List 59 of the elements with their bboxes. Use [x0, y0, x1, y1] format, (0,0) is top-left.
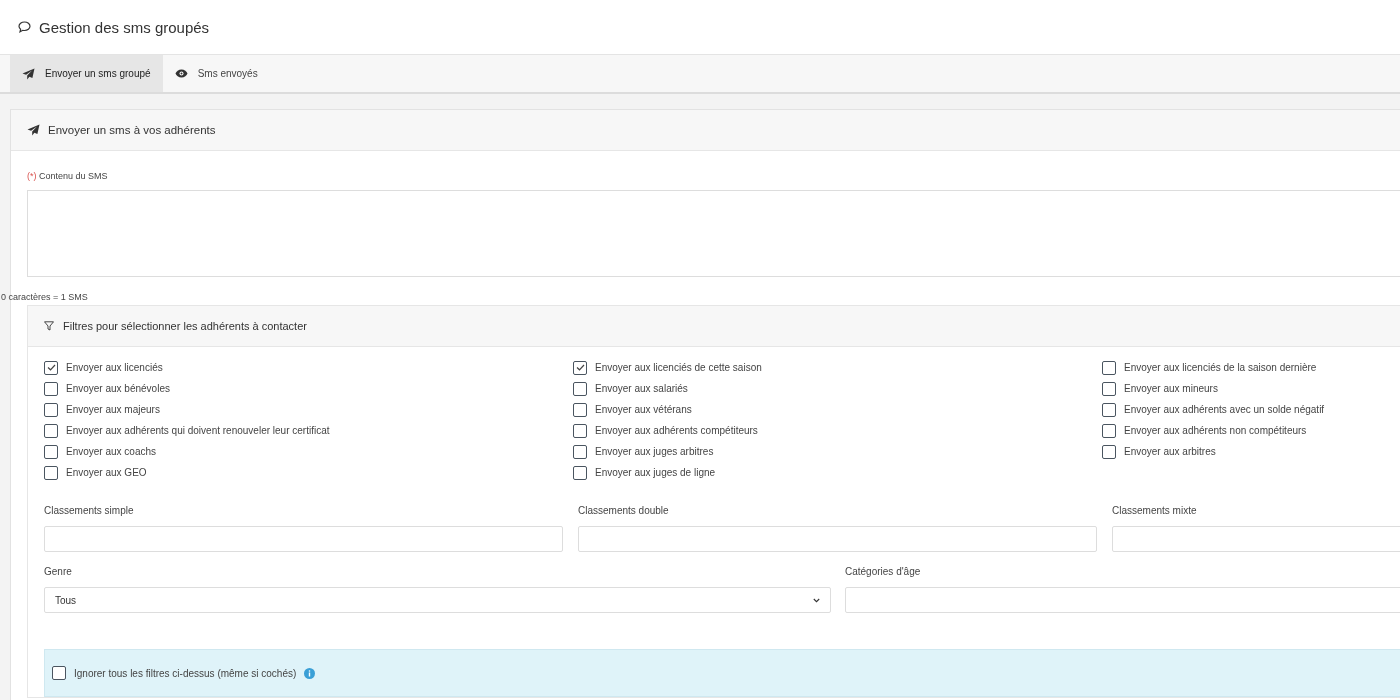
checkbox[interactable]	[44, 444, 58, 459]
checkbox-label: Envoyer aux adhérents qui doivent renouveler leur certificat	[66, 425, 330, 436]
checkbox[interactable]	[1102, 360, 1116, 375]
checkbox[interactable]	[573, 465, 587, 480]
chat-bubble-icon	[18, 21, 31, 33]
field-label: Classements double	[578, 505, 670, 518]
checkbox-label: Envoyer aux adhérents compétiteurs	[595, 425, 758, 436]
input-field[interactable]	[578, 526, 1097, 552]
field-label: Classements mixte	[1112, 505, 1198, 518]
checkbox[interactable]	[44, 360, 58, 375]
filter-panel-title: Filtres pour sélectionner les adhérents à contacter	[63, 320, 307, 332]
paper-plane-icon	[22, 67, 35, 80]
checkbox[interactable]	[44, 423, 58, 438]
checkbox[interactable]	[1102, 381, 1116, 396]
eye-icon	[174, 69, 188, 78]
chevron-down-icon	[813, 597, 820, 603]
tab[interactable]: Envoyer un sms groupé	[10, 55, 163, 92]
checkbox-label: Envoyer aux licenciés de cette saison	[595, 362, 762, 373]
character-counter: 0 caractères = 1 SMS	[1, 292, 89, 302]
checkbox[interactable]	[44, 402, 58, 417]
filter-icon	[44, 321, 54, 331]
field-label: Classements simple	[44, 505, 135, 518]
checkbox[interactable]	[573, 402, 587, 417]
checkbox[interactable]	[1102, 444, 1116, 459]
checkbox[interactable]	[44, 381, 58, 396]
checkbox-label: Envoyer aux juges arbitres	[595, 446, 714, 457]
checkbox[interactable]	[573, 360, 587, 375]
tab[interactable]: Sms envoyés	[162, 55, 270, 92]
checkbox-label: Ignorer tous les filtres ci-dessus (même si cochés)	[74, 667, 297, 679]
checkbox-label: Envoyer aux licenciés de la saison dernière	[1124, 362, 1317, 373]
field-label: (*) Contenu du SMS	[27, 171, 108, 181]
checkbox[interactable]	[573, 444, 587, 459]
info-icon[interactable]	[304, 667, 316, 679]
checkbox[interactable]	[52, 666, 66, 680]
checkbox-label: Envoyer aux bénévoles	[66, 383, 170, 394]
field-label: Genre	[44, 566, 73, 579]
input-field[interactable]	[44, 526, 563, 552]
checkbox[interactable]	[1102, 402, 1116, 417]
checkbox-label: Envoyer aux salariés	[595, 383, 688, 394]
checkbox-label: Envoyer aux mineurs	[1124, 383, 1218, 394]
page-title: Gestion des sms groupés	[39, 18, 210, 36]
checkbox[interactable]	[573, 423, 587, 438]
checkbox-label: Envoyer aux adhérents non compétiteurs	[1124, 425, 1307, 436]
input-field[interactable]	[845, 587, 1400, 613]
checkbox[interactable]	[573, 381, 587, 396]
checkbox-label: Envoyer aux licenciés	[66, 362, 163, 373]
checkbox-label: Envoyer aux majeurs	[66, 404, 160, 415]
gender-select[interactable]: Tous	[44, 587, 831, 613]
checkbox-label: Envoyer aux GEO	[66, 467, 147, 478]
checkbox[interactable]	[1102, 423, 1116, 438]
checkbox[interactable]	[44, 465, 58, 480]
checkbox-label: Envoyer aux juges de ligne	[595, 467, 716, 478]
field-label: Catégories d'âge	[845, 566, 922, 579]
checkbox-label: Envoyer aux coachs	[66, 446, 157, 457]
checkbox-label: Envoyer aux arbitres	[1124, 446, 1216, 457]
paper-plane-icon	[27, 124, 40, 136]
checkbox-label: Envoyer aux vétérans	[595, 404, 692, 415]
card-title: Envoyer un sms à vos adhérents	[48, 124, 216, 136]
checkbox-label: Envoyer aux adhérents avec un solde négatif	[1124, 404, 1325, 415]
